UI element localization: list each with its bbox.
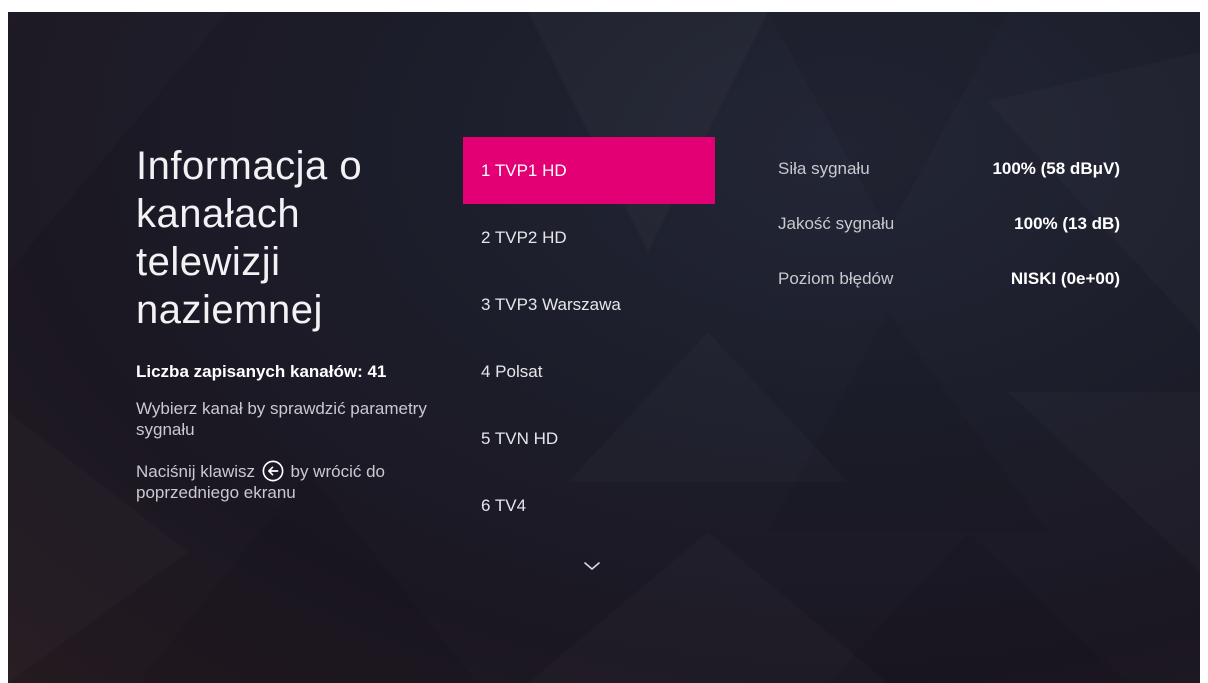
error-level-label: Poziom błędów	[778, 269, 894, 288]
signal-strength-value: 100% (58 dBμV)	[992, 159, 1120, 178]
signal-strength-row: Siła sygnału 100% (58 dBμV)	[778, 159, 1120, 214]
channel-label: 5 TVN HD	[481, 429, 559, 448]
channel-label: 3 TVP3 Warszawa	[481, 295, 621, 314]
channel-item[interactable]: 6 TV4	[463, 472, 715, 539]
saved-channels-count: Liczba zapisanych kanałów: 41	[136, 362, 387, 381]
back-arrow-circle-icon	[262, 460, 284, 482]
channel-item[interactable]: 5 TVN HD	[463, 405, 715, 472]
signal-quality-label: Jakość sygnału	[778, 214, 895, 233]
info-panel: Informacja o kanałach telewizji naziemne…	[136, 142, 456, 503]
channel-item[interactable]: 3 TVP3 Warszawa	[463, 271, 715, 338]
signal-info-panel: Siła sygnału 100% (58 dBμV) Jakość sygna…	[778, 159, 1120, 324]
error-level-row: Poziom błędów NISKI (0e+00)	[778, 269, 1120, 324]
channel-label: 2 TVP2 HD	[481, 228, 567, 247]
signal-quality-value: 100% (13 dB)	[1014, 214, 1120, 233]
channel-label: 1 TVP1 HD	[481, 161, 567, 180]
tv-screen: Informacja o kanałach telewizji naziemne…	[8, 12, 1200, 683]
channel-label: 4 Polsat	[481, 362, 543, 381]
signal-quality-row: Jakość sygnału 100% (13 dB)	[778, 214, 1120, 269]
signal-strength-label: Siła sygnału	[778, 159, 870, 178]
page-title: Informacja o kanałach telewizji naziemne…	[136, 144, 363, 332]
channel-list: 1 TVP1 HD 2 TVP2 HD 3 TVP3 Warszawa 4 Po…	[463, 137, 715, 539]
channel-item[interactable]: 1 TVP1 HD	[463, 137, 715, 204]
error-level-value: NISKI (0e+00)	[1010, 269, 1120, 288]
back-hint: Naciśnij klawisz by wrócić do poprzednie…	[136, 460, 456, 503]
select-hint: Wybierz kanał by sprawdzić parametry syg…	[136, 399, 427, 439]
back-hint-prefix: Naciśnij klawisz	[136, 462, 256, 481]
channel-item[interactable]: 4 Polsat	[463, 338, 715, 405]
channel-label: 6 TV4	[481, 496, 527, 515]
chevron-down-icon[interactable]	[583, 560, 601, 572]
channel-item[interactable]: 2 TVP2 HD	[463, 204, 715, 271]
